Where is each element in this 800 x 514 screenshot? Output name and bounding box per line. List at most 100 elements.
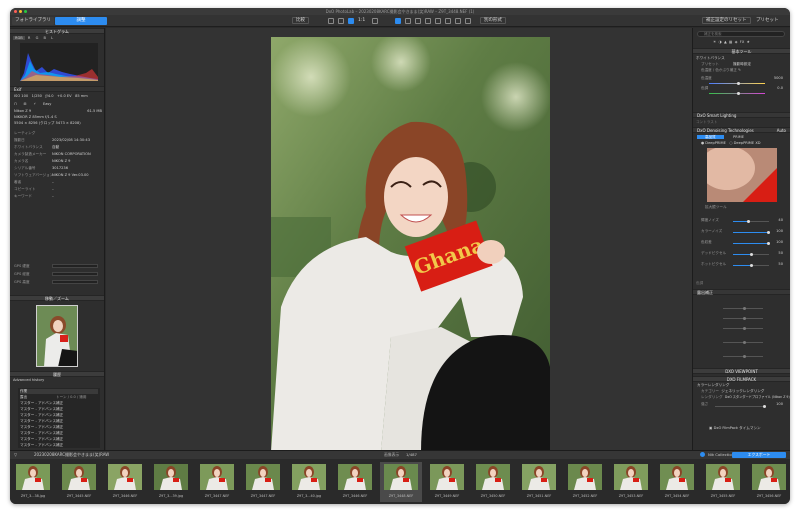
histogram-header[interactable]: ヒストグラム xyxy=(10,28,104,34)
history-item[interactable]: 作業 xyxy=(20,389,98,394)
favorite-icon[interactable]: ★ xyxy=(747,40,750,44)
metadata-value[interactable]: 自動 xyxy=(52,145,59,150)
metadata-value[interactable]: NIKON Z 9 Ver.03.00 xyxy=(52,173,89,178)
nik-collection-button[interactable]: Nik Collection xyxy=(708,452,734,458)
geometry-icon[interactable]: ▦ xyxy=(729,40,732,44)
channel-g[interactable]: G xyxy=(34,36,41,40)
tab-customize[interactable]: 調整 xyxy=(55,17,107,25)
channel-rgb[interactable]: RGB xyxy=(13,36,25,40)
category-select[interactable]: ジェネリックレンダリング xyxy=(721,389,764,393)
rendering-select[interactable]: DxO スタンダードプロファイル (Nikon Z 9) xyxy=(725,395,790,399)
fx-icon[interactable]: FX xyxy=(740,40,745,44)
temperature-knob[interactable] xyxy=(737,82,740,85)
history-item[interactable]: マスター - アドバンス補正 xyxy=(20,425,98,430)
history-item[interactable]: 露出 トーン / 0.0 / 適用 xyxy=(20,395,98,400)
dim-slider-2[interactable] xyxy=(723,317,763,320)
dim-slider-4[interactable] xyxy=(723,341,763,344)
filmstrip-thumbnail[interactable]: Z9T_3447.NEF xyxy=(196,462,238,502)
repair-icon[interactable] xyxy=(445,18,451,24)
grid-icon[interactable] xyxy=(372,18,378,24)
filmstrip-thumbnail[interactable]: Z9T_3449.NEF xyxy=(426,462,468,502)
filmstrip-thumbnail[interactable]: Z9T_3445.NEF xyxy=(58,462,100,502)
light-icon[interactable]: ☀ xyxy=(713,40,716,44)
reset-settings-button[interactable]: 補正設定のリセット xyxy=(702,17,751,24)
layout-icon[interactable] xyxy=(328,18,334,24)
denoise-knob[interactable] xyxy=(750,253,753,256)
channel-b[interactable]: B xyxy=(42,36,48,40)
filmstrip-thumbnail[interactable]: Z9T_3...39.jpg xyxy=(150,462,192,502)
denoise-knob[interactable] xyxy=(767,242,770,245)
filmpack-header[interactable]: DXO FILMPACK xyxy=(693,376,790,382)
dim-slider-5[interactable] xyxy=(723,355,763,358)
filmstrip-thumbnail[interactable]: Z9T_3448.NEF xyxy=(380,462,422,502)
tab-photo-library[interactable]: フォトライブラリ xyxy=(12,17,54,25)
denoise-value[interactable]: 100 xyxy=(776,229,783,234)
watermark-panel-icon[interactable]: ◈ xyxy=(735,40,738,44)
dim-slider-1[interactable] xyxy=(723,307,763,310)
history-item[interactable]: マスター - アドバンス補正 xyxy=(20,407,98,412)
denoise-value[interactable]: 100 xyxy=(776,240,783,245)
history-item[interactable]: マスター - アドバンス補正 xyxy=(20,413,98,418)
denoise-slider[interactable] xyxy=(733,231,770,234)
filter-icon[interactable]: ▽ xyxy=(14,452,17,458)
redeye-icon[interactable] xyxy=(435,18,441,24)
export-format-button[interactable]: 別の形式 xyxy=(480,17,506,24)
export-button[interactable]: エクスポート xyxy=(732,452,786,458)
advanced-history-row[interactable]: Advanced history xyxy=(13,378,44,383)
basic-tools-header[interactable]: 基本ツール xyxy=(693,48,790,54)
denoise-knob[interactable] xyxy=(750,264,753,267)
deepprimexd-radio[interactable]: ○ xyxy=(729,141,732,145)
white-balance-header[interactable]: ホワイトバランス xyxy=(696,56,725,61)
zoom-fit-icon[interactable] xyxy=(348,18,354,24)
temperature-value[interactable]: 5000 xyxy=(774,76,783,81)
wb-preset-select[interactable]: 撮影時設定 xyxy=(733,62,751,67)
gps-field[interactable] xyxy=(52,280,98,284)
exif-header[interactable]: Exif xyxy=(10,86,104,92)
filmstrip-thumbnail[interactable]: Z9T_3450.NEF xyxy=(472,462,514,502)
channel-r[interactable]: R xyxy=(26,36,33,40)
tint-value[interactable]: 0.0 xyxy=(777,86,783,91)
metadata-value[interactable]: 3017236 xyxy=(52,166,68,171)
navigator-header[interactable]: 移動／ズーム xyxy=(10,295,104,301)
filmstrip-thumbnail[interactable]: Z9T_3454.NEF xyxy=(656,462,698,502)
filmstrip-thumbnail[interactable]: Z9T_3446.NEF xyxy=(104,462,146,502)
minimize-window-icon[interactable] xyxy=(19,10,22,13)
filmstrip-thumbnail[interactable]: Z9T_3...38.jpg xyxy=(12,462,54,502)
denoise-value[interactable]: 50 xyxy=(778,251,783,256)
gps-field[interactable] xyxy=(52,272,98,276)
metadata-value[interactable]: 2023/02/08 14:30:43 xyxy=(52,138,90,143)
dim-knob-5[interactable] xyxy=(743,355,746,358)
folder-path[interactable]: 20230208KARC撮影会やきまま(笑)RAW xyxy=(34,452,109,458)
denoise-slider[interactable] xyxy=(733,220,769,223)
horizon-icon[interactable] xyxy=(425,18,431,24)
history-header[interactable]: 履歴 xyxy=(10,371,104,377)
filmstrip-thumbnail[interactable]: Z9T_3453.NEF xyxy=(610,462,652,502)
filmstrip-thumbnail[interactable]: Z9T_3456.NEF xyxy=(748,462,790,502)
metadata-value[interactable]: NIKON Z 9 xyxy=(52,159,70,164)
compare-button[interactable]: 比較 xyxy=(292,17,309,24)
tab-prime[interactable]: PRIME xyxy=(725,135,752,139)
dim-knob-2[interactable] xyxy=(743,317,746,320)
tint-knob[interactable] xyxy=(737,92,740,95)
navigator-preview[interactable] xyxy=(36,305,78,367)
denoise-value[interactable]: 50 xyxy=(778,262,783,267)
color-rendering-header[interactable]: カラーレンダリング xyxy=(697,383,729,388)
crop-icon[interactable] xyxy=(338,18,344,24)
intensity-slider[interactable] xyxy=(715,405,766,408)
channel-l[interactable]: L xyxy=(49,36,55,40)
local-adjust-icon[interactable] xyxy=(455,18,461,24)
close-window-icon[interactable] xyxy=(14,10,17,13)
dim-slider-3[interactable] xyxy=(723,327,763,330)
history-item[interactable]: マスター - アドバンス補正 xyxy=(20,419,98,424)
zoom-level[interactable]: 1:1 xyxy=(355,17,368,25)
denoise-value[interactable]: 40 xyxy=(778,218,783,223)
intensity-value[interactable]: 100 xyxy=(776,402,783,407)
filmstrip-thumbnail[interactable]: Z9T_3447.NEF xyxy=(242,462,284,502)
main-photo[interactable]: Ghana xyxy=(271,37,550,452)
deepprime-radio[interactable]: ● xyxy=(701,141,704,145)
intensity-knob[interactable] xyxy=(763,405,766,408)
eyedropper-icon[interactable]: ✎ xyxy=(738,68,741,72)
gps-field[interactable] xyxy=(52,264,98,268)
denoising-header[interactable]: DxO Denoising Technologies Auto xyxy=(693,127,790,133)
color-icon[interactable]: ◑ xyxy=(719,40,722,44)
